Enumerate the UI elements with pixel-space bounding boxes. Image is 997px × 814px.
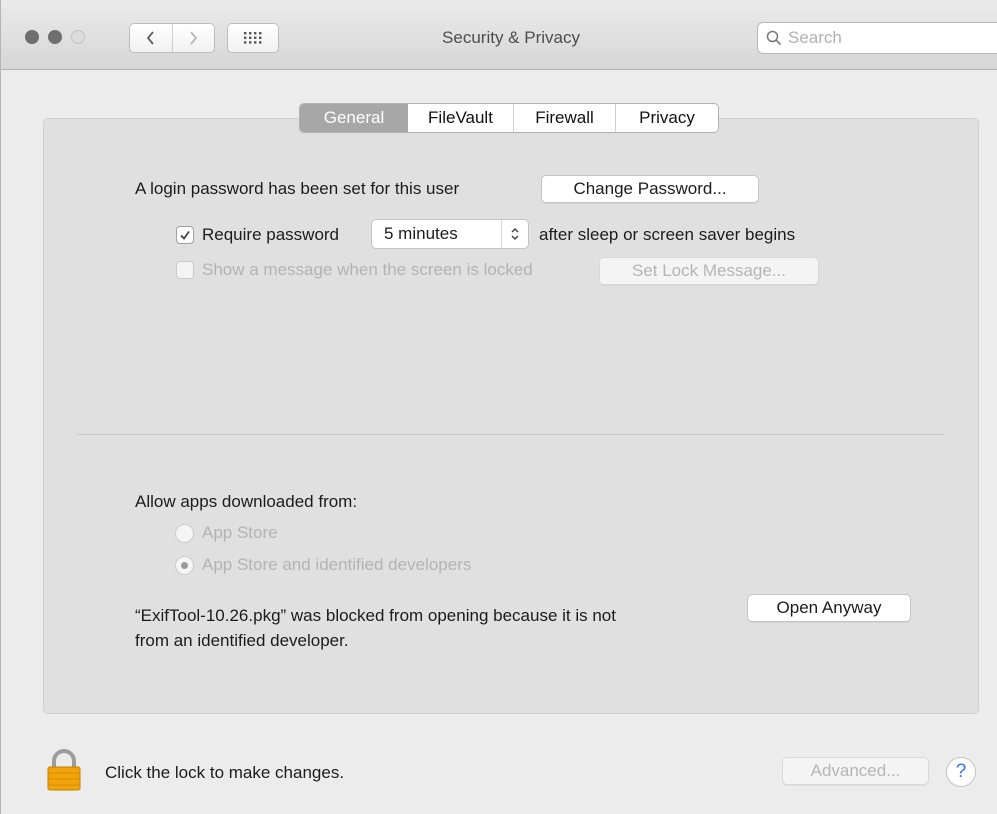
tab-privacy[interactable]: Privacy — [615, 104, 718, 132]
radio-app-store-identified[interactable] — [175, 556, 194, 575]
chevron-left-icon — [146, 31, 154, 45]
radio-app-store-identified-label: App Store and identified developers — [202, 555, 472, 574]
lock-icon[interactable] — [45, 749, 83, 791]
open-anyway-button[interactable]: Open Anyway — [747, 594, 911, 622]
require-password-checkbox[interactable] — [176, 226, 194, 244]
blocked-message-line-2: from an identified developer. — [135, 631, 349, 650]
up-down-arrows-icon — [501, 220, 528, 248]
chevron-right-icon — [190, 31, 198, 45]
radio-selected-dot — [181, 562, 188, 569]
blocked-app-message: “ExifTool-10.26.pkg” was blocked from op… — [135, 603, 735, 653]
show-message-label: Show a message when the screen is locked — [202, 260, 533, 279]
tab-general[interactable]: General — [300, 104, 408, 132]
radio-app-store-label: App Store — [202, 523, 278, 542]
after-sleep-text: after sleep or screen saver begins — [539, 225, 796, 244]
close-window-button[interactable] — [25, 30, 39, 44]
change-password-button[interactable]: Change Password... — [541, 175, 759, 203]
zoom-window-button[interactable] — [71, 30, 85, 44]
tab-firewall[interactable]: Firewall — [513, 104, 615, 132]
search-icon — [766, 30, 782, 46]
system-preferences-window: Security & Privacy General FileVault Fir… — [0, 0, 997, 814]
show-all-button[interactable] — [227, 23, 279, 53]
help-button[interactable]: ? — [946, 757, 976, 787]
search-field[interactable] — [757, 22, 997, 54]
back-button[interactable] — [130, 24, 172, 52]
show-message-checkbox[interactable] — [176, 261, 194, 279]
set-lock-message-button[interactable]: Set Lock Message... — [599, 257, 819, 285]
grid-icon — [244, 32, 262, 44]
advanced-button[interactable]: Advanced... — [782, 757, 929, 785]
forward-button[interactable] — [171, 24, 215, 52]
require-password-label: Require password — [202, 225, 340, 244]
minimize-window-button[interactable] — [48, 30, 62, 44]
blocked-message-line-1: “ExifTool-10.26.pkg” was blocked from op… — [135, 606, 616, 625]
tab-filevault[interactable]: FileVault — [408, 104, 513, 132]
lock-text: Click the lock to make changes. — [105, 763, 345, 782]
login-password-text: A login password has been set for this u… — [135, 179, 460, 198]
radio-app-store[interactable] — [175, 524, 194, 543]
window-title: Security & Privacy — [442, 28, 580, 47]
section-divider — [77, 434, 945, 435]
password-delay-value: 5 minutes — [384, 224, 458, 243]
allow-apps-heading: Allow apps downloaded from: — [135, 492, 358, 511]
navigation-buttons — [129, 23, 215, 53]
checkmark-icon — [180, 230, 190, 240]
search-input[interactable] — [788, 28, 978, 48]
password-delay-popup[interactable]: 5 minutes — [371, 219, 529, 249]
tab-bar: General FileVault Firewall Privacy — [299, 103, 719, 133]
title-bar: Security & Privacy — [1, 0, 997, 70]
